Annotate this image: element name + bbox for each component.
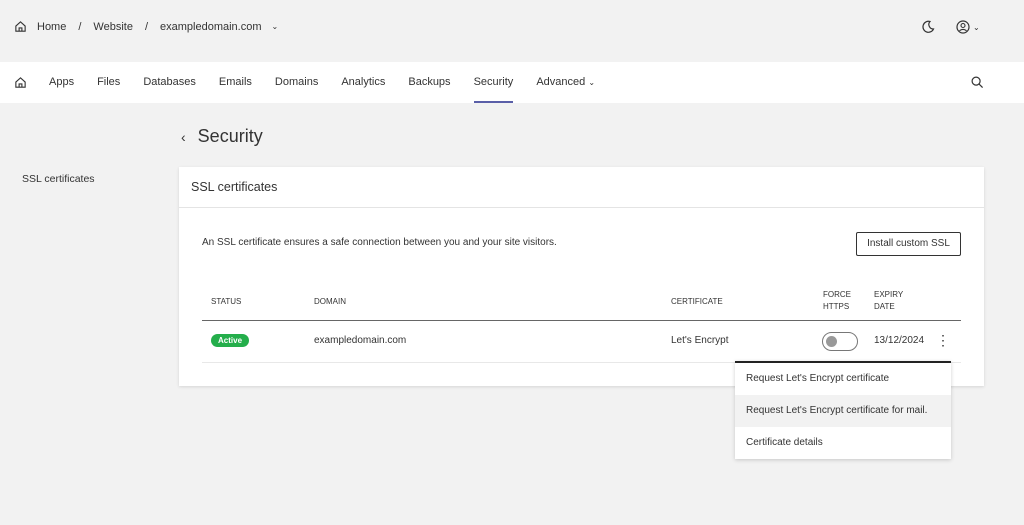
page-title-text: Security xyxy=(197,126,263,146)
breadcrumb-home[interactable]: Home xyxy=(37,21,66,33)
row-actions-menu: Request Let's Encrypt certificate Reques… xyxy=(735,361,951,459)
tab-advanced-label: Advanced xyxy=(536,76,586,88)
header-force-line2: HTTPS xyxy=(823,302,850,311)
chevron-down-icon: ⌄ xyxy=(973,22,980,32)
header-expiry-line1: EXPIRY xyxy=(874,290,904,299)
breadcrumb-separator: / xyxy=(78,20,82,33)
tab-files[interactable]: Files xyxy=(97,62,120,103)
breadcrumb: Home / Website / exampledomain.com ⌄ xyxy=(14,20,278,33)
breadcrumb-domain[interactable]: exampledomain.com xyxy=(160,21,262,33)
tab-backups[interactable]: Backups xyxy=(408,62,450,103)
page-title: ‹ Security xyxy=(181,126,263,147)
sidebar-item-ssl-certificates[interactable]: SSL certificates xyxy=(22,173,95,185)
chevron-down-icon: ⌄ xyxy=(588,78,596,87)
breadcrumb-website[interactable]: Website xyxy=(93,21,133,33)
tab-home[interactable] xyxy=(14,62,27,103)
toggle-knob xyxy=(826,336,837,347)
tab-emails[interactable]: Emails xyxy=(219,62,252,103)
breadcrumb-separator: / xyxy=(144,20,149,33)
search-icon[interactable] xyxy=(971,76,984,89)
header-expiry-date: EXPIRY DATE xyxy=(874,289,903,313)
header-domain: DOMAIN xyxy=(314,297,346,306)
header-certificate: CERTIFICATE xyxy=(671,297,723,306)
tab-databases[interactable]: Databases xyxy=(143,62,196,103)
expiry-cell: 13/12/2024 xyxy=(874,335,925,346)
header-force-https: FORCE HTTPS xyxy=(823,289,851,313)
header-status: STATUS xyxy=(211,297,242,306)
status-badge: Active xyxy=(211,334,250,347)
home-icon xyxy=(15,77,26,88)
main-nav: Apps Files Databases Emails Domains Anal… xyxy=(0,62,1024,103)
certificate-cell: Let's Encrypt xyxy=(671,335,729,346)
user-icon xyxy=(956,20,970,34)
moon-icon[interactable] xyxy=(921,20,935,34)
header-divider xyxy=(202,320,961,321)
chevron-down-icon[interactable]: ⌄ xyxy=(272,22,279,31)
force-https-toggle[interactable] xyxy=(822,332,858,351)
menu-item-request-letsencrypt-mail[interactable]: Request Let's Encrypt certificate for ma… xyxy=(735,395,951,427)
user-menu-button[interactable]: ⌄ xyxy=(956,20,980,34)
menu-item-certificate-details[interactable]: Certificate details xyxy=(735,427,951,459)
header-expiry-line2: DATE xyxy=(874,302,895,311)
card-description: An SSL certificate ensures a safe connec… xyxy=(202,237,557,248)
tab-domains[interactable]: Domains xyxy=(275,62,318,103)
more-options-icon[interactable]: ⋮ xyxy=(936,333,950,347)
menu-item-request-letsencrypt[interactable]: Request Let's Encrypt certificate xyxy=(735,363,951,395)
tab-apps[interactable]: Apps xyxy=(49,62,74,103)
tab-analytics[interactable]: Analytics xyxy=(341,62,385,103)
install-custom-ssl-button[interactable]: Install custom SSL xyxy=(856,232,961,256)
card-title: SSL certificates xyxy=(179,167,984,208)
home-icon[interactable] xyxy=(14,20,27,33)
back-chevron-icon[interactable]: ‹ xyxy=(181,129,186,145)
ssl-card: SSL certificates An SSL certificate ensu… xyxy=(179,167,984,386)
domain-cell: exampledomain.com xyxy=(314,335,407,346)
tab-security[interactable]: Security xyxy=(473,62,513,103)
tab-advanced[interactable]: Advanced ⌄ xyxy=(536,62,595,103)
header-force-line1: FORCE xyxy=(823,290,851,299)
